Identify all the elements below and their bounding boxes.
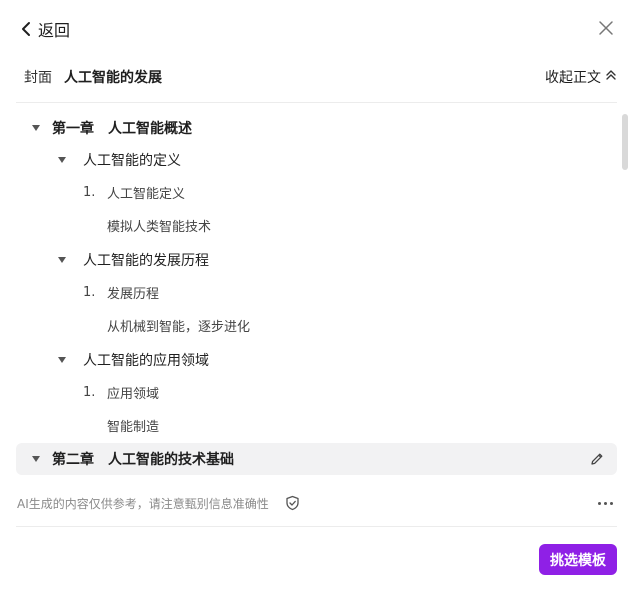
edit-pencil-icon[interactable] xyxy=(589,451,605,467)
cover-row: 封面 人工智能的发展 收起正文 xyxy=(24,64,617,90)
list-item-text[interactable]: 智能制造 xyxy=(16,414,617,436)
divider xyxy=(16,102,617,103)
item-title: 应用领域 xyxy=(107,386,160,402)
ai-disclaimer: AI生成的内容仅供参考，请注意甄别信息准确性 xyxy=(17,492,617,514)
section-title: 人工智能的定义 xyxy=(83,153,181,169)
item-number: 1. xyxy=(83,284,96,300)
more-options-icon[interactable] xyxy=(598,501,613,505)
expand-triangle-icon[interactable] xyxy=(58,257,66,263)
back-button[interactable]: 返回 xyxy=(20,16,70,42)
item-title: 发展历程 xyxy=(107,286,160,302)
pick-template-button[interactable]: 挑选模板 xyxy=(539,544,617,575)
outline-dialog: 返回 封面 人工智能的发展 收起正文 第一章 人工智能概述 人工智能的定义 1.… xyxy=(0,0,637,596)
item-number: 1. xyxy=(83,384,96,400)
cover-label: 封面 xyxy=(24,70,52,86)
item-text: 智能制造 xyxy=(107,419,160,435)
list-item[interactable]: 1. 人工智能定义 xyxy=(16,181,617,203)
list-item[interactable]: 1. 应用领域 xyxy=(16,381,617,403)
double-chevron-up-icon xyxy=(605,69,617,85)
list-item-text[interactable]: 模拟人类智能技术 xyxy=(16,214,617,236)
disclaimer-text: AI生成的内容仅供参考，请注意甄别信息准确性 xyxy=(17,496,269,511)
chapter-title: 人工智能的技术基础 xyxy=(108,452,234,468)
collapse-content-button[interactable]: 收起正文 xyxy=(545,67,617,87)
section-row[interactable]: 人工智能的应用领域 xyxy=(16,348,617,372)
chapter-label: 第一章 xyxy=(52,121,94,137)
collapse-label: 收起正文 xyxy=(545,70,601,86)
item-text: 模拟人类智能技术 xyxy=(107,219,212,235)
section-title: 人工智能的发展历程 xyxy=(83,253,209,269)
list-item-text[interactable]: 从机械到智能，逐步进化 xyxy=(16,314,617,336)
chapter-row[interactable]: 第一章 人工智能概述 xyxy=(16,116,617,140)
scrollbar-thumb[interactable] xyxy=(622,114,628,170)
divider xyxy=(16,526,617,527)
chevron-left-icon xyxy=(20,21,32,37)
expand-triangle-icon[interactable] xyxy=(58,357,66,363)
expand-triangle-icon[interactable] xyxy=(58,157,66,163)
dialog-header: 返回 xyxy=(0,0,637,56)
cover-title: 人工智能的发展 xyxy=(64,70,162,86)
section-row[interactable]: 人工智能的发展历程 xyxy=(16,248,617,272)
item-number: 1. xyxy=(83,184,96,200)
item-text: 从机械到智能，逐步进化 xyxy=(107,319,251,335)
outline-tree: 第一章 人工智能概述 人工智能的定义 1. 人工智能定义 模拟人类智能技术 人工… xyxy=(16,110,617,476)
shield-check-icon[interactable] xyxy=(285,495,300,511)
chapter-label: 第二章 xyxy=(52,452,94,468)
back-label: 返回 xyxy=(38,21,71,40)
list-item[interactable]: 1. 发展历程 xyxy=(16,281,617,303)
expand-triangle-icon[interactable] xyxy=(32,456,40,462)
item-title: 人工智能定义 xyxy=(107,186,186,202)
expand-triangle-icon[interactable] xyxy=(32,125,40,131)
section-row[interactable]: 人工智能的定义 xyxy=(16,148,617,172)
chapter-title: 人工智能概述 xyxy=(108,121,192,137)
section-title: 人工智能的应用领域 xyxy=(83,353,209,369)
close-icon[interactable] xyxy=(597,19,615,37)
chapter-row[interactable]: 第二章 人工智能的技术基础 xyxy=(16,443,617,475)
